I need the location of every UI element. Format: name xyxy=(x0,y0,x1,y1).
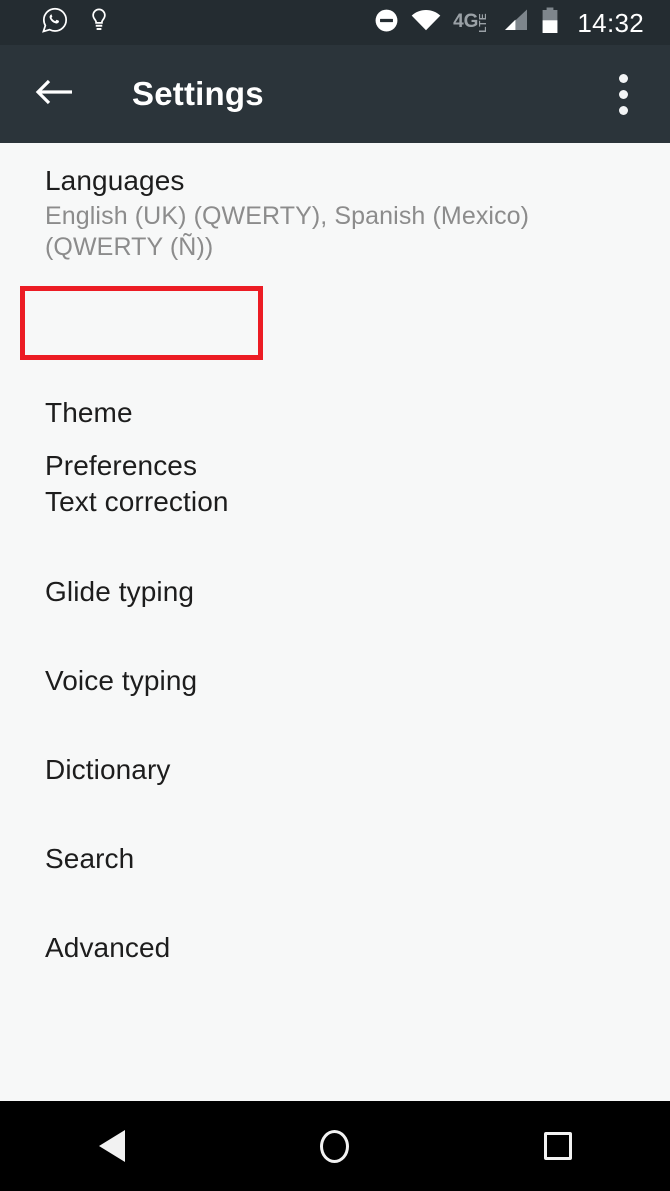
arrow-left-icon xyxy=(34,77,74,112)
list-item-glide-typing[interactable]: Glide typing xyxy=(0,576,670,608)
network-type-label: 4G LTE xyxy=(453,12,489,33)
do-not-disturb-icon xyxy=(374,8,399,38)
network-type-text: 4G xyxy=(453,11,479,33)
list-item-label: Dictionary xyxy=(45,754,171,785)
wifi-icon xyxy=(411,9,441,36)
square-recents-icon xyxy=(543,1132,572,1160)
back-button[interactable] xyxy=(22,77,86,112)
app-bar: Settings xyxy=(0,45,670,143)
list-item-label: Text correction xyxy=(45,486,229,517)
list-item-subtitle: English (UK) (QWERTY), Spanish (Mexico) … xyxy=(45,202,530,261)
triangle-back-icon xyxy=(98,1130,125,1162)
list-item-advanced[interactable]: Advanced xyxy=(0,932,670,964)
list-item-theme[interactable]: Theme xyxy=(0,397,670,429)
settings-list[interactable]: Languages English (UK) (QWERTY), Spanish… xyxy=(0,143,670,1101)
battery-icon xyxy=(541,7,559,39)
lightbulb-icon xyxy=(88,7,110,38)
list-item-label: Glide typing xyxy=(45,576,195,607)
list-item-label: Search xyxy=(45,843,135,874)
list-item-label: Theme xyxy=(45,397,133,428)
status-bar-clock: 14:32 xyxy=(577,7,644,38)
list-item-preferences[interactable]: Preferences xyxy=(0,450,670,482)
signal-bars-icon xyxy=(501,8,529,37)
status-bar-notifications xyxy=(0,7,110,38)
navigation-bar xyxy=(0,1101,670,1191)
overflow-dot xyxy=(618,89,628,99)
whatsapp-icon xyxy=(42,7,68,38)
nav-back-button[interactable] xyxy=(0,1130,223,1162)
android-screen: 4G LTE 14:32 Settings Languages English … xyxy=(0,0,670,1191)
status-bar: 4G LTE 14:32 xyxy=(0,0,670,45)
list-item-languages[interactable]: Languages English (UK) (QWERTY), Spanish… xyxy=(0,165,670,263)
overflow-dot xyxy=(618,105,628,115)
list-item-text-correction[interactable]: Text correction xyxy=(0,486,670,518)
list-item-dictionary[interactable]: Dictionary xyxy=(0,754,670,786)
list-item-label: Voice typing xyxy=(45,665,198,696)
overflow-dot xyxy=(618,73,628,83)
status-bar-indicators: 4G LTE 14:32 xyxy=(374,7,670,39)
list-item-voice-typing[interactable]: Voice typing xyxy=(0,665,670,697)
network-suffix-text: LTE xyxy=(478,13,490,33)
list-item-search[interactable]: Search xyxy=(0,843,670,875)
list-item-label: Advanced xyxy=(45,932,171,963)
nav-home-button[interactable] xyxy=(223,1129,446,1163)
list-item-label: Languages xyxy=(45,165,185,196)
more-vertical-icon[interactable] xyxy=(605,72,641,116)
circle-home-icon xyxy=(320,1129,349,1163)
page-title: Settings xyxy=(132,75,264,112)
list-item-label: Preferences xyxy=(45,450,198,481)
nav-recents-button[interactable] xyxy=(446,1132,669,1160)
